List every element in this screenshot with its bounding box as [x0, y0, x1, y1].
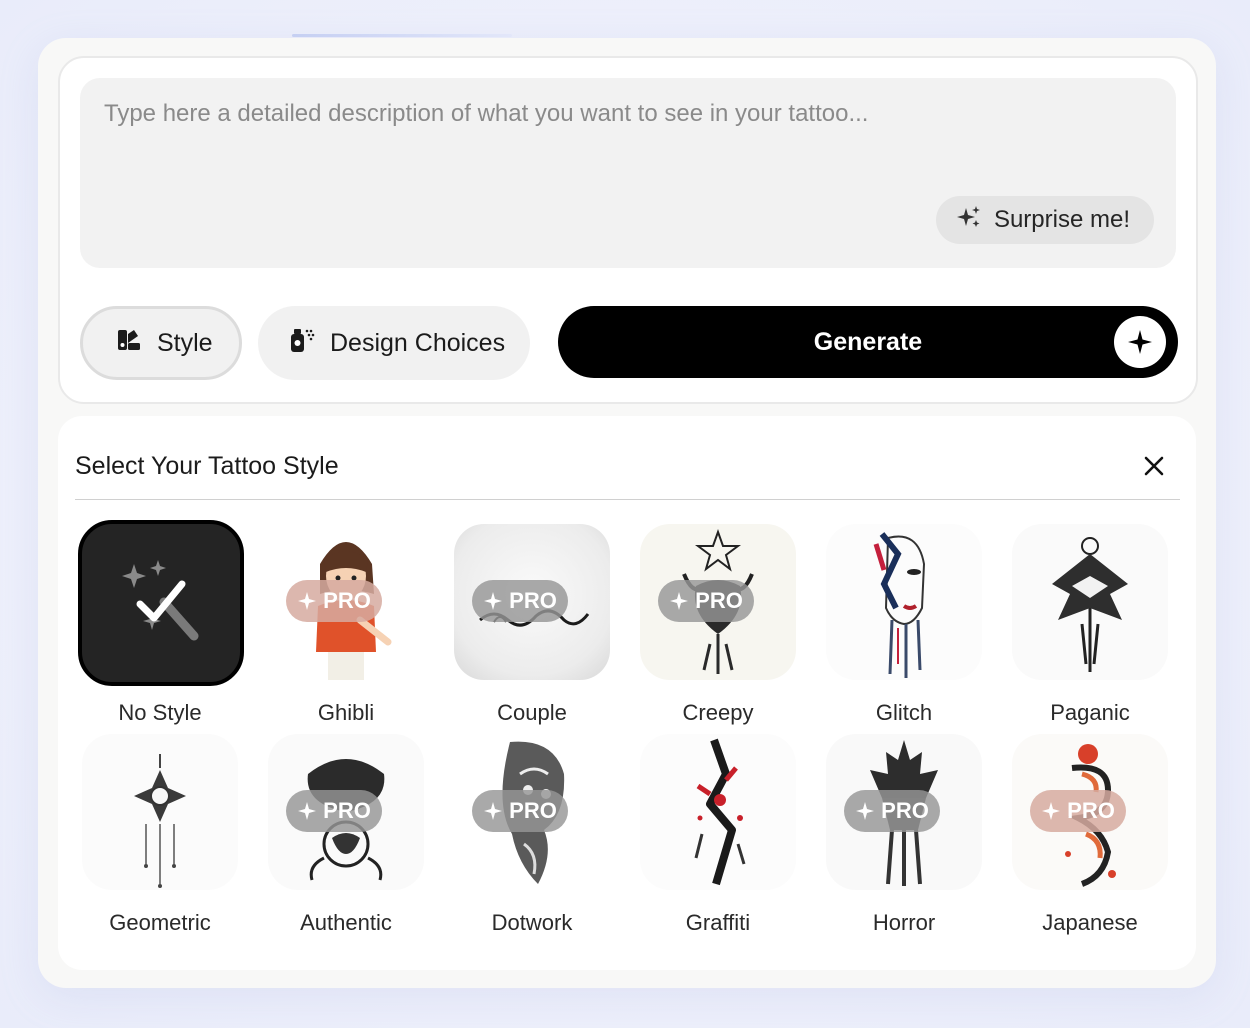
pro-badge: PRO	[1030, 790, 1126, 832]
spray-can-icon	[288, 326, 316, 361]
style-option-label: Graffiti	[685, 910, 751, 935]
prompt-card: Surprise me! Style Design Choices Genera…	[58, 56, 1198, 404]
design-choices-label: Design Choices	[330, 328, 506, 357]
prompt-area: Surprise me!	[80, 78, 1176, 268]
style-option-label: Paganic	[1050, 700, 1130, 725]
style-option-authentic[interactable]: PRO Authentic	[260, 734, 430, 944]
style-option-dotwork[interactable]: PRO Dotwork	[446, 734, 616, 944]
palette-icon	[115, 326, 143, 361]
sparkle-icon	[1042, 802, 1061, 820]
pro-badge: PRO	[472, 790, 568, 832]
progress-line	[292, 34, 512, 37]
style-option-label: Geometric	[109, 910, 211, 935]
style-option-ghibli[interactable]: PRO Ghibli	[260, 524, 430, 734]
generate-button[interactable]: Generate	[558, 306, 1178, 378]
sparkle-icon	[484, 592, 503, 610]
style-button[interactable]: Style	[80, 306, 242, 380]
style-option-paganic[interactable]: Paganic	[1004, 524, 1174, 734]
sparkle-icon	[298, 802, 317, 820]
panel-title: Select Your Tattoo Style	[75, 452, 339, 480]
sparkle-icon	[298, 592, 317, 610]
surprise-me-label: Surprise me!	[993, 206, 1130, 233]
magic-wand-icon	[122, 560, 199, 641]
surprise-me-button[interactable]: Surprise me!	[935, 196, 1154, 244]
style-option-no-style[interactable]: No Style	[74, 520, 244, 734]
style-option-japanese[interactable]: PRO Japanese	[1004, 734, 1174, 944]
style-thumbnail	[78, 520, 244, 686]
pro-badge: PRO	[286, 580, 382, 622]
pro-badge: PRO	[844, 790, 940, 832]
design-choices-button[interactable]: Design Choices	[258, 306, 530, 380]
style-option-label: Japanese	[1042, 910, 1138, 935]
pro-badge: PRO	[286, 790, 382, 832]
style-option-geometric[interactable]: Geometric	[74, 734, 244, 944]
style-thumbnail	[640, 734, 796, 890]
close-icon[interactable]	[1142, 454, 1166, 478]
style-thumbnail	[826, 524, 982, 680]
style-thumbnail	[1012, 524, 1168, 680]
pro-badge: PRO	[658, 580, 754, 622]
generate-label: Generate	[813, 327, 923, 356]
sparkle-icon	[670, 592, 689, 610]
sparkles-icon	[956, 204, 982, 237]
style-option-label: Couple	[497, 700, 567, 725]
style-option-label: Ghibli	[317, 700, 375, 725]
style-option-creepy[interactable]: PRO Creepy	[632, 524, 802, 734]
style-option-glitch[interactable]: Glitch	[818, 524, 988, 734]
pro-badge: PRO	[472, 580, 568, 622]
style-option-label: Horror	[872, 910, 936, 935]
style-option-label: Glitch	[875, 700, 933, 725]
style-option-label: Creepy	[682, 700, 754, 725]
style-option-label: Authentic	[300, 910, 392, 935]
sparkle-icon	[484, 802, 503, 820]
style-option-horror[interactable]: PRO Horror	[818, 734, 988, 944]
style-selector-panel: Select Your Tattoo Style No Style PRO Gh…	[58, 416, 1196, 970]
divider	[75, 499, 1180, 500]
sparkle-icon	[856, 802, 875, 820]
style-thumbnail	[82, 734, 238, 890]
style-button-label: Style	[157, 328, 213, 357]
style-option-couple[interactable]: PRO Couple	[446, 524, 616, 734]
style-option-label: No Style	[118, 700, 202, 725]
style-option-label: Dotwork	[491, 910, 573, 935]
generator-container: Surprise me! Style Design Choices Genera…	[38, 38, 1216, 988]
style-option-graffiti[interactable]: Graffiti	[632, 734, 802, 944]
sparkle-icon	[1114, 316, 1166, 368]
